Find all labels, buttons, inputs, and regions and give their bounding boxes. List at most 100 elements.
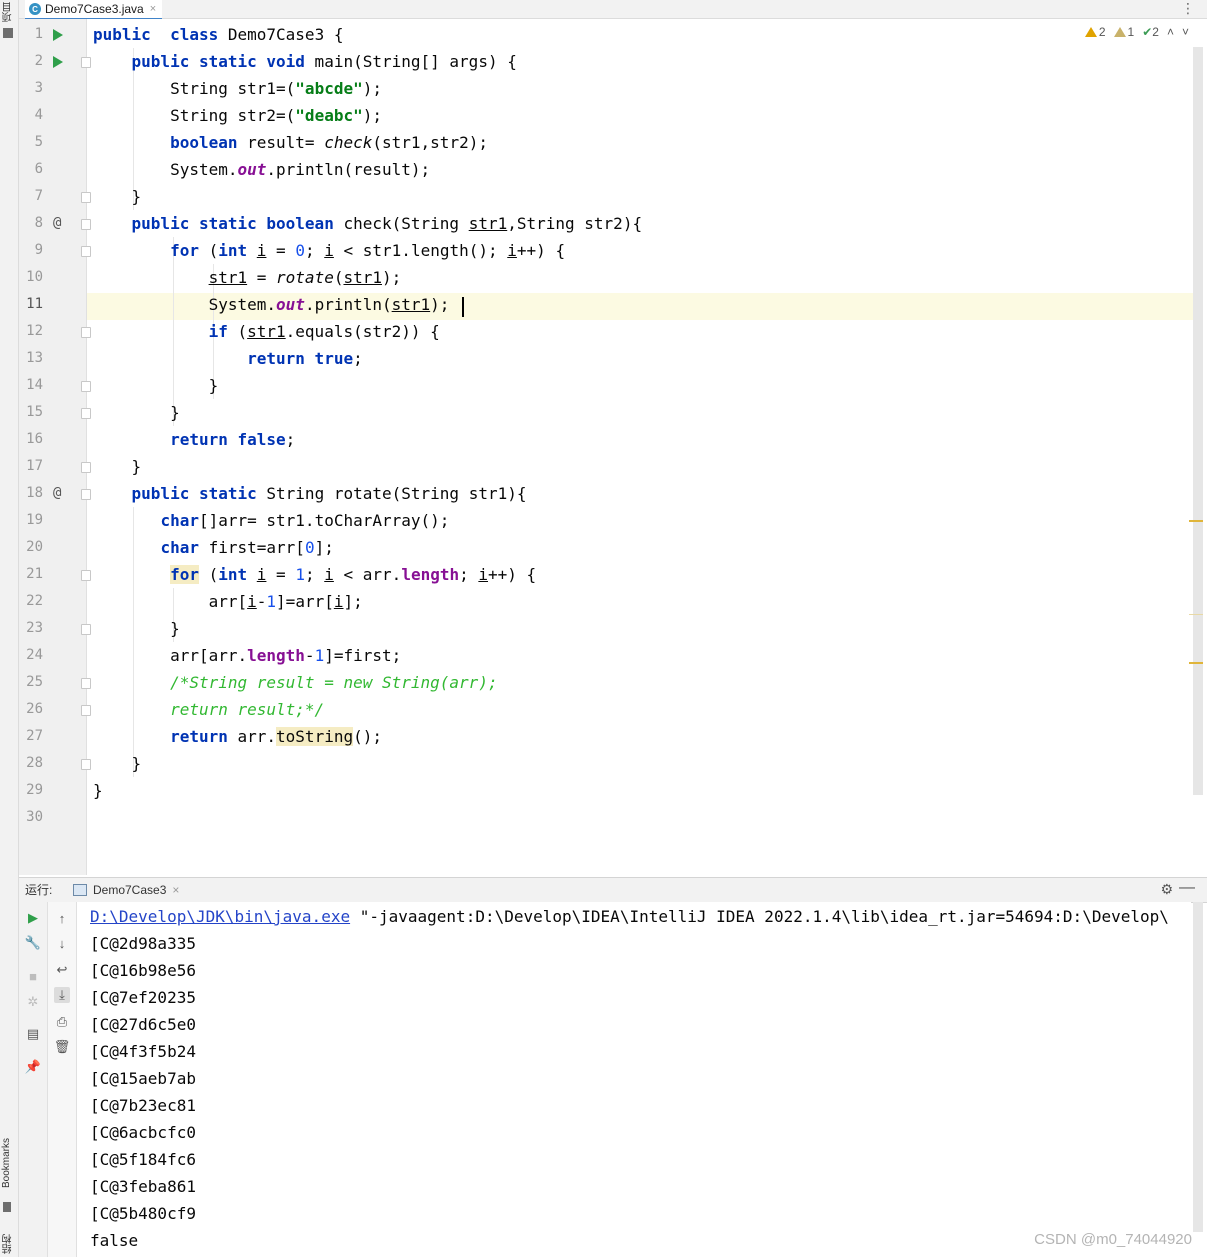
- bookmarks-tool-label[interactable]: Bookmarks: [1, 1138, 12, 1188]
- code-text: arr.: [227, 727, 277, 746]
- code-text: }: [93, 781, 103, 800]
- code-line[interactable]: char first=arr[0];: [93, 534, 333, 561]
- override-at-icon[interactable]: @: [53, 480, 61, 507]
- previous-highlight-icon[interactable]: ˄: [1167, 25, 1174, 39]
- project-tool-label[interactable]: 项目: [1, 2, 16, 22]
- folder-icon[interactable]: [3, 28, 13, 38]
- tab-close-icon[interactable]: ×: [150, 3, 156, 15]
- code-line[interactable]: }: [93, 750, 142, 777]
- code-text: ,String str2){: [507, 214, 643, 233]
- minimize-icon[interactable]: —: [1179, 879, 1195, 897]
- code-token-st: check: [324, 133, 373, 152]
- code-text: String str2=(: [93, 106, 296, 125]
- warnings-count[interactable]: 2: [1084, 25, 1106, 39]
- warning-stripe-mark[interactable]: [1189, 662, 1203, 664]
- java-exe-link[interactable]: D:\Develop\JDK\bin\java.exe: [90, 907, 350, 926]
- code-editor[interactable]: 1 2 3 4 5 6 7 8 9 10 11 12 13 14 15 16 17 18 19 20 21 22 23 24 2…: [19, 19, 1203, 875]
- code-text: }: [93, 376, 219, 395]
- line-number: 30: [26, 809, 43, 825]
- warning-stripe-mark[interactable]: [1189, 520, 1203, 522]
- code-token-str: "abcde": [295, 79, 363, 98]
- code-line[interactable]: }: [93, 453, 142, 480]
- code-line[interactable]: System.out.println(str1);: [93, 291, 450, 318]
- console-output[interactable]: D:\Develop\JDK\bin\java.exe "-javaagent:…: [77, 902, 1191, 1257]
- stop-icon[interactable]: ■: [25, 968, 41, 984]
- next-highlight-icon[interactable]: ˅: [1182, 25, 1189, 39]
- code-line[interactable]: for (int i = 1; i < arr.length; i++) {: [93, 561, 536, 588]
- layout-icon[interactable]: ▤: [25, 1026, 41, 1042]
- run-gutter-icon[interactable]: [53, 29, 63, 41]
- code-line[interactable]: for (int i = 0; i < str1.length(); i++) …: [93, 237, 565, 264]
- wrench-icon[interactable]: 🔧: [25, 935, 41, 951]
- code-line[interactable]: return true;: [93, 345, 363, 372]
- weak-warnings-count[interactable]: 1: [1113, 25, 1134, 39]
- inspection-widget[interactable]: 2 1 ✔2 ˄ ˅: [1084, 25, 1189, 39]
- code-token-var: str1: [208, 268, 248, 287]
- code-text: -: [256, 592, 267, 611]
- line-number: 21: [26, 566, 43, 582]
- code-line[interactable]: }: [93, 372, 219, 399]
- code-line[interactable]: System.out.println(result);: [93, 156, 430, 183]
- code-line[interactable]: public static boolean check(String str1,…: [93, 210, 643, 237]
- code-line[interactable]: }: [93, 399, 180, 426]
- code-line[interactable]: public class Demo7Case3 {: [93, 21, 343, 48]
- line-number: 11: [26, 296, 43, 312]
- scroll-to-end-icon[interactable]: ⤓: [54, 987, 70, 1003]
- typos-count[interactable]: ✔2: [1142, 25, 1159, 39]
- code-line[interactable]: return result;*/: [93, 696, 324, 723]
- code-token-st: rotate: [276, 268, 334, 287]
- line-number: 28: [26, 755, 43, 771]
- code-line[interactable]: public static void main(String[] args) {: [93, 48, 517, 75]
- run-gutter-icon[interactable]: [53, 56, 63, 68]
- line-number: 8: [34, 215, 43, 231]
- code-line[interactable]: char[]arr= str1.toCharArray();: [93, 507, 449, 534]
- code-line[interactable]: boolean result= check(str1,str2);: [93, 129, 488, 156]
- code-line[interactable]: }: [93, 777, 103, 804]
- up-arrow-icon[interactable]: ↑: [54, 910, 70, 926]
- code-text: arr[arr.: [93, 646, 248, 665]
- code-token-kw: class: [170, 25, 219, 44]
- debug-icon[interactable]: ✲: [25, 994, 41, 1010]
- weak-warning-stripe-mark[interactable]: [1189, 614, 1203, 615]
- print-icon[interactable]: ⎙: [54, 1014, 70, 1030]
- code-line[interactable]: if (str1.equals(str2)) {: [93, 318, 440, 345]
- structure-tool-label[interactable]: 结构: [1, 1234, 16, 1254]
- down-arrow-icon[interactable]: ↓: [54, 935, 70, 951]
- code-token-num: 0: [304, 538, 315, 557]
- code-line[interactable]: arr[arr.length-1]=first;: [93, 642, 401, 669]
- code-line[interactable]: }: [93, 183, 142, 210]
- line-number: 29: [26, 782, 43, 798]
- code-line[interactable]: return false;: [93, 426, 295, 453]
- line-number: 25: [26, 674, 43, 690]
- code-line[interactable]: str1 = rotate(str1);: [93, 264, 402, 291]
- code-text: ();: [353, 727, 382, 746]
- code-line[interactable]: String str1=("abcde");: [93, 75, 382, 102]
- soft-wrap-icon[interactable]: ↩: [54, 962, 70, 978]
- code-line[interactable]: arr[i-1]=arr[i];: [93, 588, 363, 615]
- tab-more-icon[interactable]: ⋮: [1181, 0, 1195, 16]
- code-line[interactable]: String str2=("deabc");: [93, 102, 382, 129]
- gear-icon[interactable]: ⚙: [1160, 881, 1173, 898]
- editor-tab-demo7case3[interactable]: C Demo7Case3.java ×: [25, 0, 163, 20]
- console-line: [C@5f184fc6: [90, 1150, 196, 1169]
- code-text: );: [362, 106, 382, 125]
- run-tab-close-icon[interactable]: ×: [172, 883, 179, 897]
- pin-icon[interactable]: 📌: [25, 1059, 41, 1075]
- run-tab-demo7case3[interactable]: Demo7Case3 ×: [73, 878, 179, 902]
- override-at-icon[interactable]: @: [53, 210, 61, 237]
- code-line[interactable]: return arr.toString();: [93, 723, 382, 750]
- console-scrollbar[interactable]: [1193, 902, 1203, 1232]
- code-line[interactable]: /*String result = new String(arr);: [93, 669, 498, 696]
- code-text: arr[: [93, 592, 248, 611]
- editor-scrollbar[interactable]: [1193, 47, 1203, 795]
- rerun-icon[interactable]: ▶: [25, 910, 41, 926]
- code-area[interactable]: public class Demo7Case3 { public static …: [87, 19, 1191, 875]
- bookmark-icon[interactable]: [3, 1202, 11, 1212]
- console-command-line: D:\Develop\JDK\bin\java.exe "-javaagent:…: [90, 907, 1169, 926]
- trash-icon[interactable]: 🗑: [54, 1039, 71, 1055]
- code-line[interactable]: }: [93, 615, 180, 642]
- code-line[interactable]: public static String rotate(String str1)…: [93, 480, 527, 507]
